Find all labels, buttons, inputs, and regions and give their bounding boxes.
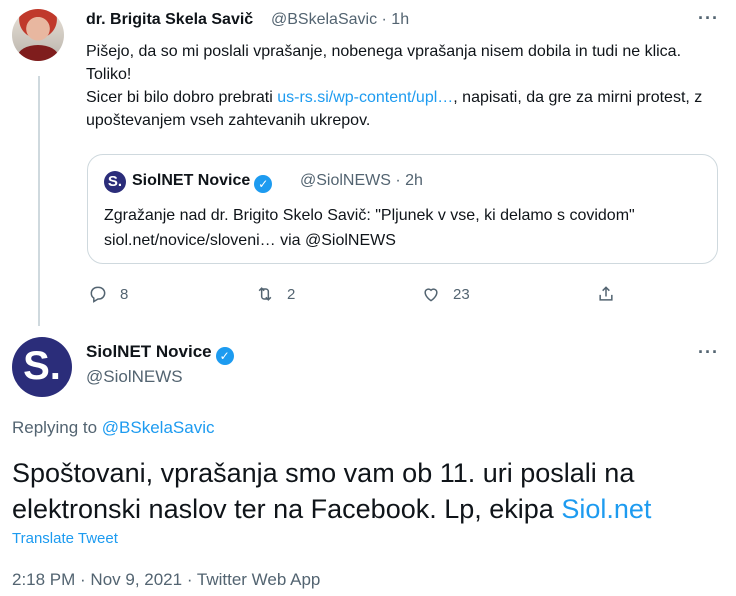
quoted-name-text: SiolNET Novice — [132, 172, 251, 189]
author-handle[interactable]: @SiolNEWS — [86, 367, 183, 387]
avatar[interactable] — [12, 9, 64, 61]
quoted-text: Zgražanje nad dr. Brigito Skelo Savič: "… — [104, 207, 635, 249]
author-name[interactable]: SiolNET Novice ✓ — [86, 342, 234, 365]
verified-icon: ✓ — [215, 347, 234, 365]
retweet-icon — [258, 287, 272, 301]
avatar[interactable]: S. — [12, 337, 72, 397]
share-button[interactable] — [596, 284, 616, 304]
tweet-text: Spoštovani, vprašanja smo vam ob 11. uri… — [12, 455, 724, 527]
like-icon — [424, 288, 438, 302]
tweet-link[interactable]: us-rs.si/wp-content/upl… — [277, 89, 453, 106]
quoted-handle: @SiolNEWS · 2h — [300, 172, 423, 189]
quoted-avatar: S. — [104, 171, 126, 193]
share-icon — [599, 286, 613, 301]
translate-tweet-link[interactable]: Translate Tweet — [12, 530, 118, 547]
quoted-author-name: SiolNET Novice ✓ — [132, 172, 273, 193]
retweet-button[interactable]: 2 — [255, 284, 295, 304]
more-icon[interactable]: ··· — [698, 342, 719, 363]
tweet-meta[interactable]: 2:18 PM · Nov 9, 2021 · Twitter Web App — [12, 570, 320, 590]
author-handle: @BSkelaSavic — [271, 11, 378, 28]
tweet-link[interactable]: Siol.net — [561, 494, 651, 524]
retweet-count: 2 — [287, 285, 296, 303]
author-name[interactable]: dr. Brigita Skela Savič — [86, 11, 253, 29]
replying-label: Replying to — [12, 418, 102, 437]
tweet-time[interactable]: · 1h — [382, 11, 410, 28]
replying-to: Replying to @BSkelaSavic — [12, 418, 214, 438]
reply-icon — [90, 286, 106, 303]
tweet-text-part: Sicer bi bilo dobro prebrati — [86, 89, 278, 106]
replying-handle-link[interactable]: @BSkelaSavic — [102, 418, 215, 437]
like-count: 23 — [453, 285, 470, 303]
tweet-text-part: Spoštovani, vprašanja smo vam ob 11. uri… — [12, 458, 635, 524]
tweet-text: Pišejo, da so mi poslali vprašanje, nobe… — [86, 40, 716, 132]
tweet-text-line2: Sicer bi bilo dobro prebrati us-rs.si/wp… — [86, 86, 716, 132]
quoted-tweet[interactable]: S. SiolNET Novice ✓ @SiolNEWS · 2h Zgraža… — [87, 154, 718, 264]
like-button[interactable]: 23 — [421, 284, 470, 304]
reply-count: 8 — [120, 285, 129, 303]
author-name-text: SiolNET Novice — [86, 342, 212, 361]
more-icon[interactable]: ··· — [698, 8, 719, 29]
author-handle-time[interactable]: @BSkelaSavic · 1h — [271, 11, 409, 29]
verified-icon: ✓ — [254, 175, 273, 193]
reply-button[interactable]: 8 — [88, 284, 128, 304]
tweet-text-line1: Pišejo, da so mi poslali vprašanje, nobe… — [86, 43, 682, 83]
thread-line — [38, 76, 40, 326]
